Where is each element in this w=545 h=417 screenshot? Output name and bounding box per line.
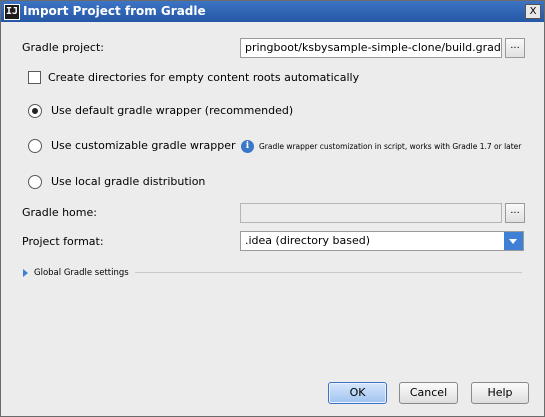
gradle-home-browse-button[interactable]: ...: [505, 203, 525, 223]
radio-local-distribution[interactable]: [28, 175, 42, 189]
info-icon: i: [241, 140, 254, 153]
ok-button[interactable]: OK: [328, 382, 387, 404]
create-dirs-label: Create directories for empty content roo…: [48, 71, 360, 84]
create-dirs-checkbox[interactable]: [28, 71, 41, 84]
section-divider: [135, 272, 522, 273]
cancel-button[interactable]: Cancel: [399, 382, 458, 404]
help-button[interactable]: Help: [471, 382, 529, 404]
project-format-value: .idea (directory based): [245, 234, 371, 247]
gradle-home-field[interactable]: [240, 203, 502, 223]
title-bar[interactable]: IJ Import Project from Gradle X: [1, 1, 544, 22]
wrapper-hint-text: Gradle wrapper customization in script, …: [259, 142, 522, 151]
project-format-select[interactable]: .idea (directory based): [240, 231, 524, 251]
gradle-home-label: Gradle home:: [22, 206, 97, 219]
import-gradle-dialog: IJ Import Project from Gradle X Gradle p…: [0, 0, 545, 417]
global-gradle-settings-toggle[interactable]: Global Gradle settings: [34, 266, 129, 280]
dialog-title: Import Project from Gradle: [23, 4, 206, 18]
customizable-wrapper-label: Use customizable gradle wrapper: [51, 139, 236, 152]
default-wrapper-label: Use default gradle wrapper (recommended): [51, 104, 294, 117]
local-distribution-label: Use local gradle distribution: [51, 175, 206, 188]
project-format-label: Project format:: [22, 235, 104, 248]
radio-default-wrapper[interactable]: [28, 104, 42, 118]
gradle-project-field[interactable]: pringboot/ksbysample-simple-clone/build.…: [240, 38, 502, 58]
radio-selected-dot: [32, 108, 38, 114]
intellij-app-icon: IJ: [4, 4, 20, 20]
gradle-project-browse-button[interactable]: ...: [505, 38, 525, 58]
close-button[interactable]: X: [525, 4, 541, 19]
gradle-project-label: Gradle project:: [22, 41, 104, 54]
chevron-down-icon[interactable]: [504, 232, 523, 250]
radio-customizable-wrapper[interactable]: [28, 139, 42, 153]
expand-triangle-icon[interactable]: [23, 269, 28, 277]
